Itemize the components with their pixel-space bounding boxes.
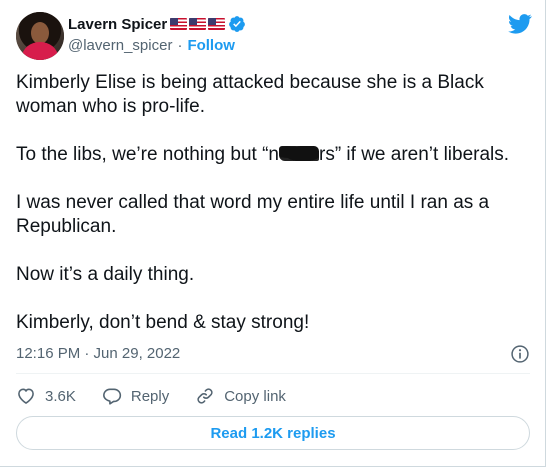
like-button[interactable]: 3.6K: [16, 386, 76, 406]
reply-label: Reply: [130, 387, 170, 405]
link-icon: [197, 388, 213, 404]
tweet-paragraph: Kimberly, don’t bend & stay strong!: [16, 312, 310, 333]
us-flag-icon: [208, 18, 226, 30]
tweet-paragraph: I was never called that word my entire l…: [16, 192, 490, 237]
tweet-text: Kimberly Elise is being attacked because…: [16, 71, 536, 335]
author-name-row: Lavern Spicer: [68, 14, 246, 34]
copy-link-button[interactable]: Copy link: [195, 386, 286, 406]
divider: [16, 373, 530, 374]
tweet-paragraph: Kimberly Elise is being attacked because…: [16, 72, 484, 117]
reply-button[interactable]: Reply: [102, 386, 169, 406]
tweet-card: Lavern Spicer @lavern_spicer · Follow Ki…: [0, 0, 546, 467]
tweet-timestamp[interactable]: 12:16 PM · Jun 29, 2022: [16, 345, 180, 362]
info-icon[interactable]: [510, 344, 530, 364]
us-flag-icon: [170, 18, 188, 30]
tweet-paragraph: Now it’s a daily thing.: [16, 264, 195, 285]
heart-icon: [18, 388, 34, 404]
like-count: 3.6K: [45, 387, 76, 405]
separator-dot: ·: [177, 37, 183, 54]
read-replies-button[interactable]: Read 1.2K replies: [16, 416, 530, 450]
tweet-paragraph: To the libs, we’re nothing but “n rs” if …: [16, 143, 536, 167]
flag-emojis: [168, 18, 226, 30]
tweet-text-segment: rs” if we aren’t liberals.: [319, 144, 510, 165]
author-handle[interactable]: @lavern_spicer: [68, 37, 172, 54]
us-flag-icon: [189, 18, 207, 30]
action-bar: 3.6K Reply Copy link: [16, 386, 312, 406]
author-handle-row: @lavern_spicer · Follow: [68, 37, 235, 54]
censored-word-redaction: [279, 146, 319, 161]
author-name[interactable]: Lavern Spicer: [68, 16, 167, 33]
follow-button[interactable]: Follow: [187, 37, 235, 54]
copy-link-label: Copy link: [224, 387, 286, 405]
tweet-text-segment: To the libs, we’re nothing but “n: [16, 144, 279, 165]
verified-badge-icon: [229, 16, 246, 32]
reply-icon: [102, 388, 121, 405]
avatar[interactable]: [16, 12, 64, 60]
twitter-bird-icon[interactable]: [508, 14, 532, 34]
